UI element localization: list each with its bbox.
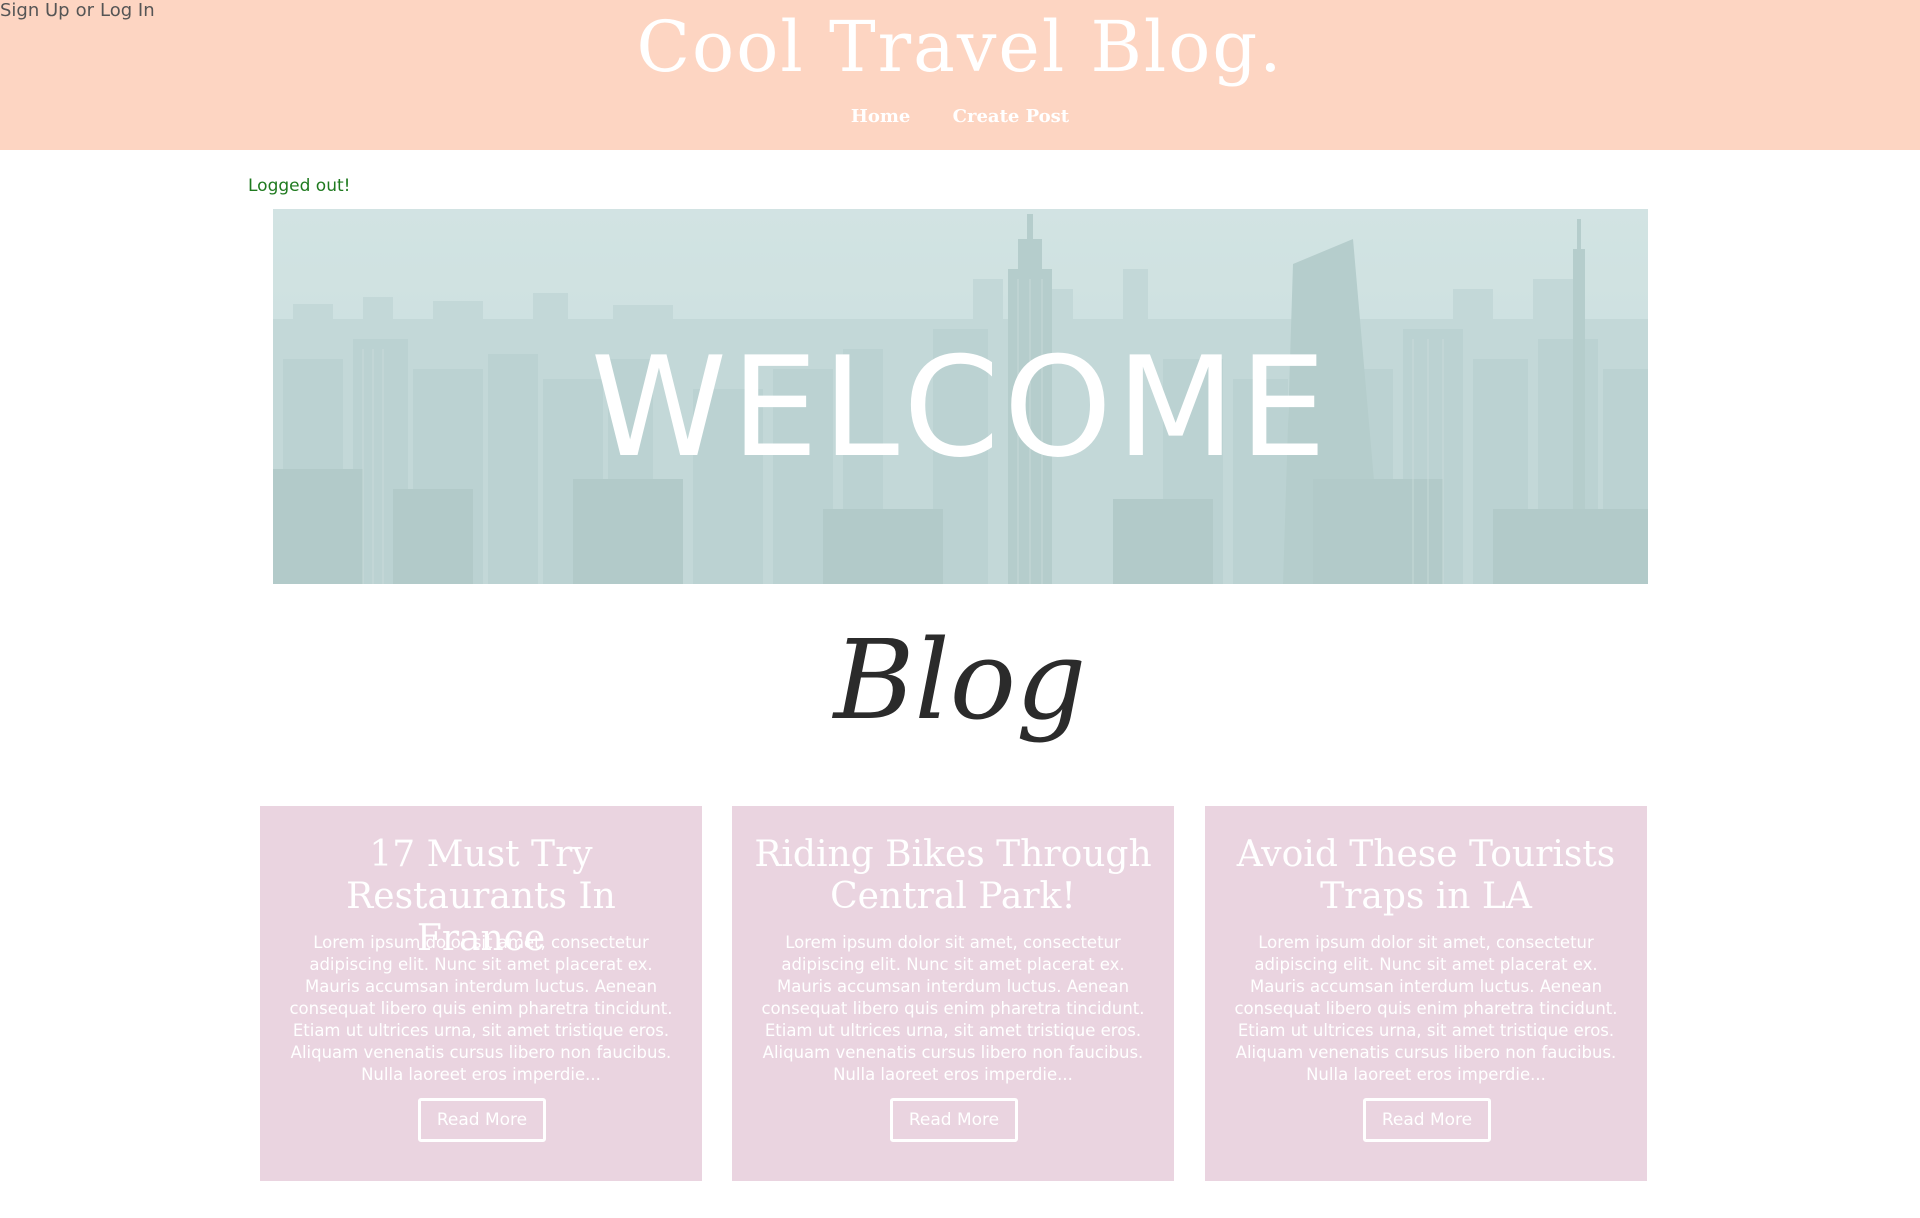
post-excerpt: Lorem ipsum dolor sit amet, consectetur …	[1234, 933, 1618, 1084]
hero-title: WELCOME	[590, 327, 1331, 488]
site-title: Cool Travel Blog.	[636, 6, 1284, 88]
blog-heading: Blog	[833, 616, 1087, 744]
flash-message: Logged out!	[248, 176, 351, 196]
nav-home[interactable]: Home	[851, 106, 911, 127]
post-title: Avoid These Tourists Traps in LA	[1236, 834, 1616, 917]
read-more-button[interactable]: Read More	[418, 1098, 546, 1142]
post-card: 17 Must Try Restaurants In France Lorem …	[260, 806, 702, 1181]
main-nav: Home Create Post	[0, 106, 1920, 127]
post-title: Riding Bikes Through Central Park!	[754, 834, 1152, 917]
post-card: Riding Bikes Through Central Park! Lorem…	[732, 806, 1174, 1181]
post-excerpt: Lorem ipsum dolor sit amet, consectetur …	[761, 933, 1145, 1084]
post-cards: 17 Must Try Restaurants In France Lorem …	[260, 806, 1650, 1181]
post-excerpt: Lorem ipsum dolor sit amet, consectetur …	[289, 933, 673, 1084]
site-header: Sign Up or Log In Cool Travel Blog. Home C…	[0, 0, 1920, 150]
nav-create-post[interactable]: Create Post	[953, 106, 1069, 127]
post-card: Avoid These Tourists Traps in LA Lorem i…	[1205, 806, 1647, 1181]
read-more-button[interactable]: Read More	[890, 1098, 1018, 1142]
read-more-button[interactable]: Read More	[1363, 1098, 1491, 1142]
hero-banner: WELCOME	[273, 209, 1648, 584]
